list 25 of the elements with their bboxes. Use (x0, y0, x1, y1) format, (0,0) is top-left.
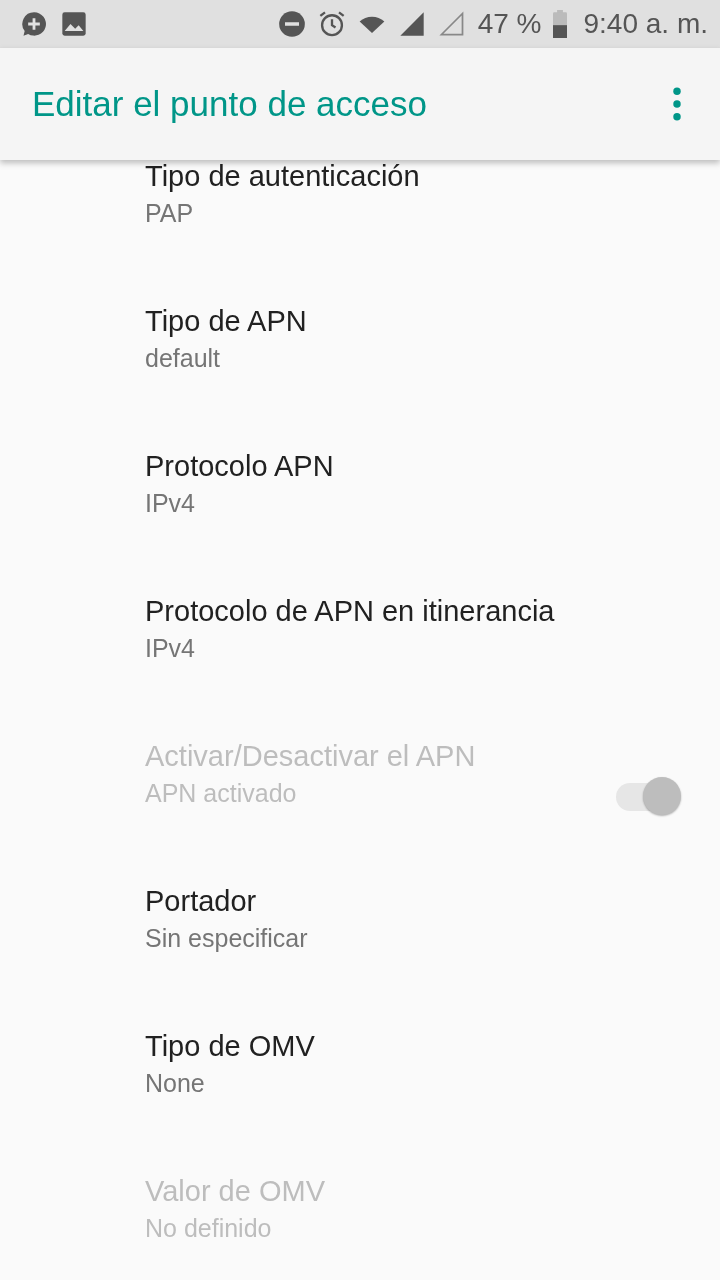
setting-title[interactable]: Protocolo APN (145, 450, 682, 480)
setting-title[interactable]: Protocolo de APN en itinerancia (145, 595, 682, 625)
setting-value: No definido (145, 1213, 273, 1243)
setting-value: PAP (145, 198, 195, 228)
setting-title[interactable]: Portador (145, 885, 682, 915)
setting-value: Sin especificar (145, 923, 309, 953)
setting-title[interactable]: Tipo de autenticación (145, 160, 682, 190)
battery-icon (553, 10, 568, 38)
clock: 9:40 a. m. (583, 8, 708, 40)
more-options-icon[interactable] (672, 87, 682, 121)
do-not-disturb-icon (277, 10, 306, 38)
image-icon (60, 10, 88, 38)
alarm-icon (317, 10, 346, 38)
battery-percent: 47 % (477, 8, 542, 40)
setting-value: default (145, 343, 222, 373)
chat-plus-icon (20, 10, 48, 38)
signal-icon (397, 10, 426, 38)
screen-title: Editar el punto de acceso (32, 84, 427, 124)
signal-icon (437, 10, 466, 38)
setting-value: APN activado (145, 778, 298, 808)
setting-title[interactable]: Tipo de OMV (145, 1030, 682, 1060)
setting-title[interactable]: Tipo de APN (145, 305, 682, 335)
setting-value: IPv4 (145, 488, 197, 518)
setting-value: None (145, 1068, 206, 1098)
setting-value: IPv4 (145, 633, 197, 663)
